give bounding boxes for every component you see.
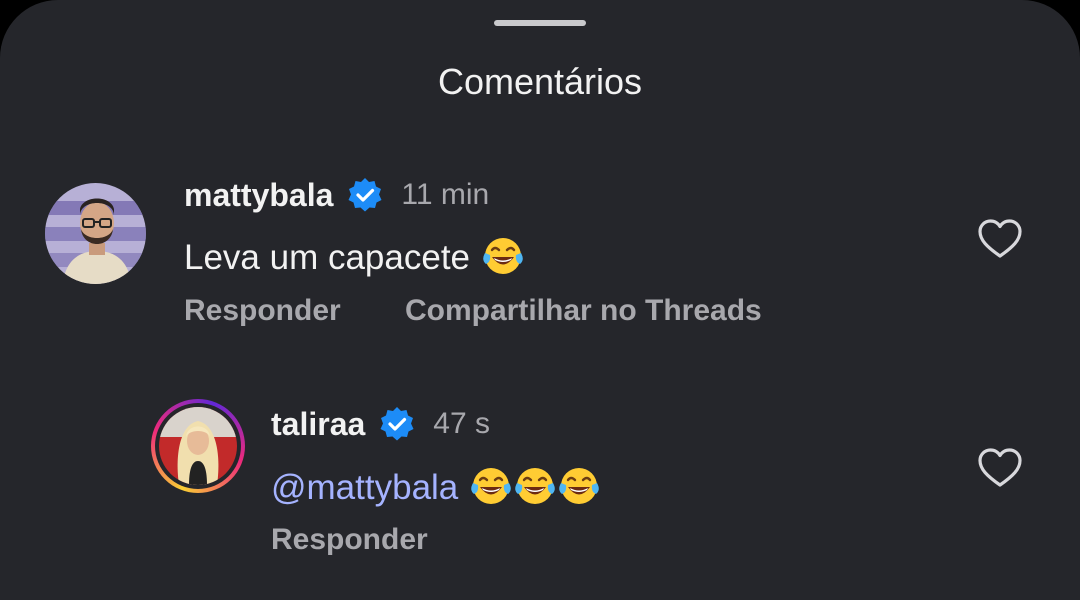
comment-text: Leva um capacete bbox=[184, 238, 471, 277]
comments-sheet: Comentários mattybala 11 min Leva um cap… bbox=[0, 0, 1080, 600]
avatar[interactable] bbox=[159, 407, 237, 485]
face-with-tears-of-joy-icon bbox=[515, 468, 556, 504]
mention-username: mattybala bbox=[306, 468, 459, 507]
comment-body: Leva um capacete bbox=[184, 232, 524, 289]
username[interactable]: taliraa bbox=[271, 404, 365, 444]
comment-timestamp: 47 s bbox=[433, 407, 490, 440]
reply-button[interactable]: Responder bbox=[271, 521, 428, 559]
emoji-group bbox=[480, 232, 524, 289]
face-with-tears-of-joy-icon bbox=[471, 468, 512, 504]
like-heart-icon[interactable] bbox=[977, 218, 1023, 260]
comment-header: mattybala 11 min bbox=[184, 175, 489, 215]
verified-badge-icon bbox=[379, 406, 415, 442]
comment-body: @mattybala bbox=[271, 462, 600, 519]
comment-header: taliraa 47 s bbox=[271, 404, 490, 444]
drag-handle[interactable] bbox=[494, 20, 586, 26]
mention-link[interactable]: @mattybala bbox=[271, 468, 458, 507]
username[interactable]: mattybala bbox=[184, 175, 333, 215]
avatar[interactable] bbox=[45, 183, 146, 284]
reply-button[interactable]: Responder bbox=[184, 292, 341, 330]
mention-at-sign: @ bbox=[271, 468, 307, 507]
comment-timestamp: 11 min bbox=[401, 178, 490, 211]
share-to-threads-button[interactable]: Compartilhar no Threads bbox=[405, 292, 762, 330]
like-heart-icon[interactable] bbox=[977, 447, 1023, 489]
emoji-group bbox=[468, 462, 600, 519]
face-with-tears-of-joy-icon bbox=[483, 238, 523, 274]
face-with-tears-of-joy-icon bbox=[559, 468, 600, 504]
verified-badge-icon bbox=[347, 177, 383, 213]
sheet-title: Comentários bbox=[437, 61, 643, 102]
